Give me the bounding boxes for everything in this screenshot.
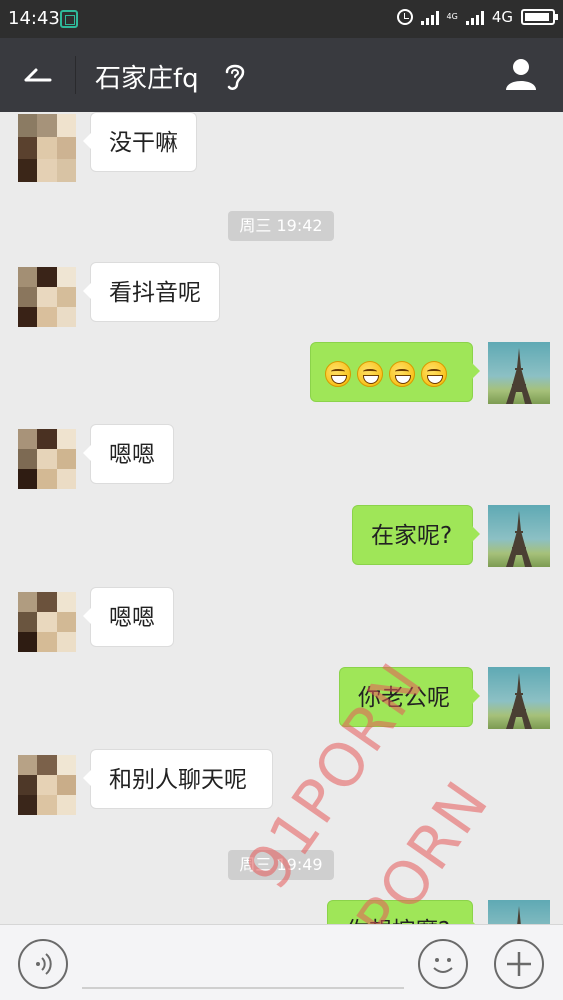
message-bubble-incoming[interactable]: 和别人聊天呢 (83, 749, 273, 809)
back-button[interactable] (18, 56, 58, 96)
contact-avatar[interactable] (18, 592, 76, 652)
grin-emoji-icon (421, 360, 447, 387)
my-avatar[interactable] (488, 342, 550, 404)
battery-icon (521, 9, 558, 25)
more-button[interactable] (494, 939, 544, 989)
eiffel-tower-image (506, 511, 532, 567)
contact-avatar[interactable] (18, 755, 76, 815)
input-bar (0, 924, 563, 1000)
message-bubble-outgoing[interactable]: 在家呢? (352, 505, 480, 565)
my-avatar[interactable] (488, 667, 550, 729)
network-tag: 4G (446, 12, 458, 21)
message-input[interactable] (82, 987, 404, 989)
eiffel-tower-image (517, 906, 521, 924)
message-bubble-incoming[interactable]: 没干嘛 (83, 112, 197, 172)
chat-title: 石家庄fq (95, 64, 199, 94)
message-timestamp: 周三 19:42 (228, 211, 334, 241)
chat-header: 石家庄fq (0, 38, 563, 112)
person-icon[interactable] (503, 56, 539, 92)
status-bar: 14:43 4G 4G (0, 0, 563, 38)
message-bubble-incoming[interactable]: 嗯嗯 (83, 424, 174, 484)
chat-area[interactable]: 没干嘛 周三 19:42 看抖音呢 嗯嗯 在家呢? 嗯嗯 你老公呢 和别人聊天呢… (0, 112, 563, 924)
my-avatar[interactable] (488, 505, 550, 567)
header-divider (75, 56, 76, 94)
voice-button[interactable] (18, 939, 68, 989)
grin-emoji-icon (389, 360, 415, 387)
ear-icon (225, 64, 245, 90)
back-arrow-icon (24, 68, 52, 82)
message-bubble-incoming[interactable]: 嗯嗯 (83, 587, 174, 647)
contact-avatar[interactable] (18, 267, 76, 327)
plus-icon (507, 952, 531, 976)
status-time: 14:43 (8, 8, 60, 29)
grin-emoji-icon (325, 360, 351, 387)
screenshot-notification-icon (60, 10, 78, 28)
contact-avatar[interactable] (18, 429, 76, 489)
grin-emoji-icon (357, 360, 383, 387)
contact-avatar[interactable] (18, 114, 76, 182)
voice-icon (36, 953, 52, 975)
status-indicators: 4G 4G (396, 8, 558, 26)
eiffel-tower-image (506, 673, 532, 729)
eiffel-tower-image (506, 348, 532, 404)
signal-icon-2 (465, 10, 484, 25)
network-type: 4G (491, 8, 513, 26)
message-bubble-outgoing-emoji[interactable] (310, 342, 480, 402)
emoji-face-icon (433, 958, 453, 973)
my-avatar[interactable] (488, 900, 550, 924)
message-bubble-incoming[interactable]: 看抖音呢 (83, 262, 220, 322)
signal-icon (420, 10, 439, 25)
alarm-icon (396, 9, 413, 25)
emoji-button[interactable] (418, 939, 468, 989)
